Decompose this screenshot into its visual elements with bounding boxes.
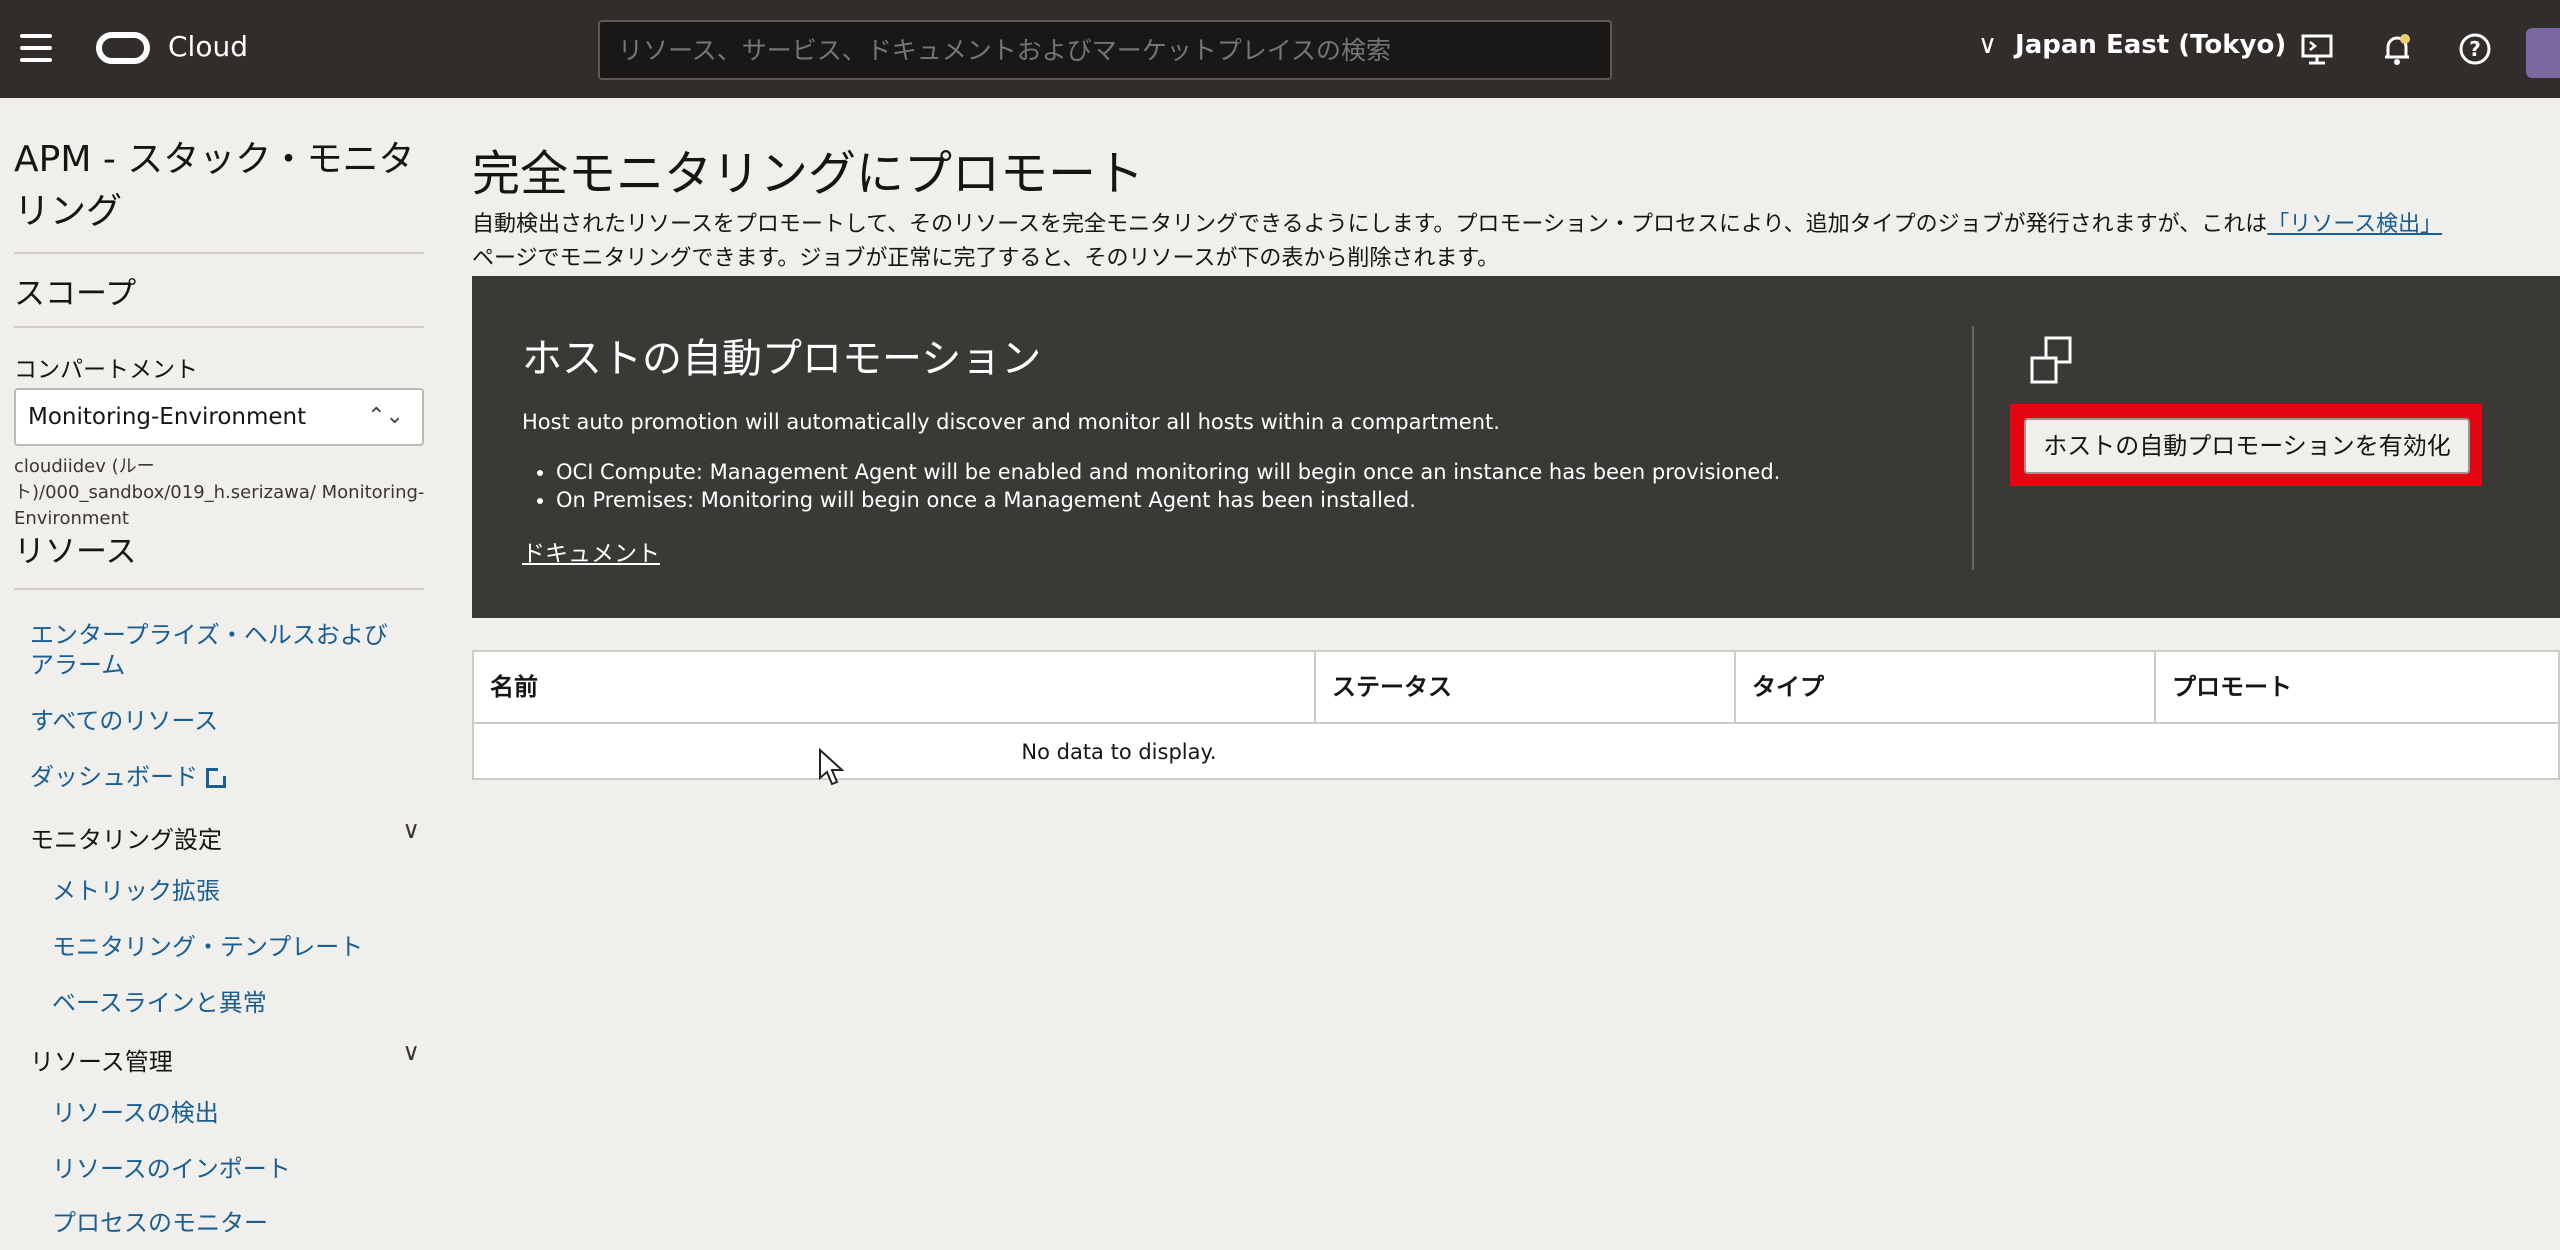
sidebar-item-resource-discovery[interactable]: リソースの検出 — [52, 1098, 219, 1128]
page-description: 自動検出されたリソースをプロモートして、そのリソースを完全モニタリングできるよう… — [472, 208, 2542, 276]
bell-icon[interactable] — [2378, 30, 2416, 68]
sidebar-section-monitoring-settings[interactable]: モニタリング設定 ∨ — [30, 816, 420, 855]
chevron-down-icon: ∨ — [1978, 30, 1998, 60]
region-selector[interactable]: ∨ Japan East (Tokyo) — [1978, 30, 2286, 60]
sidebar-item-baselines-anomalies[interactable]: ベースラインと異常 — [52, 988, 267, 1018]
promo-bullet-list: OCI Compute: Management Agent will be en… — [556, 458, 1780, 514]
sidebar: APM - スタック・モニタリング スコープ コンパートメント Monitori… — [0, 98, 440, 1250]
compartment-label: コンパートメント — [14, 357, 198, 383]
search-input[interactable] — [598, 20, 1612, 80]
divider — [14, 588, 424, 590]
sidebar-item-resource-import[interactable]: リソースのインポート — [52, 1154, 291, 1184]
region-label: Japan East (Tokyo) — [2015, 30, 2287, 60]
resources-table: 名前 ステータス タイプ プロモート No data to display. — [472, 650, 2560, 780]
sidebar-section-resource-management[interactable]: リソース管理 ∨ — [30, 1038, 420, 1077]
svg-text:?: ? — [2469, 37, 2481, 61]
divider — [14, 252, 424, 254]
external-link-icon — [206, 766, 228, 788]
top-navigation-bar: Cloud ∨ Japan East (Tokyo) ? — [0, 0, 2560, 98]
sidebar-item-label: ダッシュボード — [30, 763, 198, 791]
brand-label[interactable]: Cloud — [168, 30, 248, 63]
column-header-name[interactable]: 名前 — [474, 652, 1316, 722]
up-down-chevron-icon: ⌃⌄ — [367, 404, 404, 429]
compartment-select[interactable]: Monitoring-Environment ⌃⌄ — [14, 388, 424, 446]
oracle-logo-icon[interactable] — [96, 32, 150, 64]
menu-icon[interactable] — [20, 34, 52, 62]
column-header-promote[interactable]: プロモート — [2156, 652, 2560, 722]
list-item: On Premises: Monitoring will begin once … — [556, 486, 1780, 514]
mouse-cursor-icon — [819, 748, 845, 786]
sidebar-item-label: モニタリング設定 — [30, 826, 222, 854]
description-text: 自動検出されたリソースをプロモートして、そのリソースを完全モニタリングできるよう… — [472, 212, 2268, 237]
compartment-path: cloudiidev (ルート)/000_sandbox/019_h.seriz… — [14, 456, 425, 529]
promo-text: Host auto promotion will automatically d… — [522, 410, 1500, 434]
chevron-down-icon: ∨ — [402, 816, 420, 844]
enable-host-auto-promotion-button[interactable]: ホストの自動プロモーションを有効化 — [2024, 418, 2470, 474]
chevron-down-icon: ∨ — [402, 1038, 420, 1066]
sidebar-item-label: リソース管理 — [30, 1048, 173, 1076]
sidebar-item-enterprise-health[interactable]: エンタープライズ・ヘルスおよびアラーム — [30, 620, 390, 680]
column-header-status[interactable]: ステータス — [1316, 652, 1736, 722]
list-item: OCI Compute: Management Agent will be en… — [556, 458, 1780, 486]
scope-heading: スコープ — [14, 276, 137, 312]
help-icon[interactable]: ? — [2456, 30, 2494, 68]
page-title: 完全モニタリングにプロモート — [472, 146, 1145, 202]
host-auto-promotion-panel: ホストの自動プロモーション Host auto promotion will a… — [472, 276, 2560, 618]
promo-title: ホストの自動プロモーション — [522, 336, 1042, 382]
sidebar-item-all-resources[interactable]: すべてのリソース — [30, 706, 218, 736]
documentation-link[interactable]: ドキュメント — [522, 534, 660, 568]
sidebar-item-process-monitor[interactable]: プロセスのモニター — [52, 1208, 268, 1238]
column-header-type[interactable]: タイプ — [1736, 652, 2156, 722]
promote-icon — [2030, 336, 2072, 384]
user-avatar[interactable] — [2526, 28, 2560, 78]
sidebar-item-metric-extensions[interactable]: メトリック拡張 — [52, 876, 220, 906]
compartment-value: Monitoring-Environment — [28, 404, 307, 430]
empty-table-message: No data to display. — [1021, 740, 1217, 764]
cloud-shell-icon[interactable] — [2298, 30, 2336, 68]
divider — [14, 326, 424, 328]
description-text: ページでモニタリングできます。ジョブが正常に完了すると、そのリソースが下の表から… — [472, 246, 1500, 271]
resources-heading: リソース — [14, 534, 137, 570]
resource-discovery-link[interactable]: 「リソース検出」 — [2267, 212, 2442, 237]
sidebar-title: APM - スタック・モニタリング — [14, 139, 415, 232]
sidebar-item-monitoring-templates[interactable]: モニタリング・テンプレート — [52, 932, 363, 962]
divider — [1972, 326, 1974, 570]
sidebar-item-dashboard[interactable]: ダッシュボード — [30, 762, 228, 792]
